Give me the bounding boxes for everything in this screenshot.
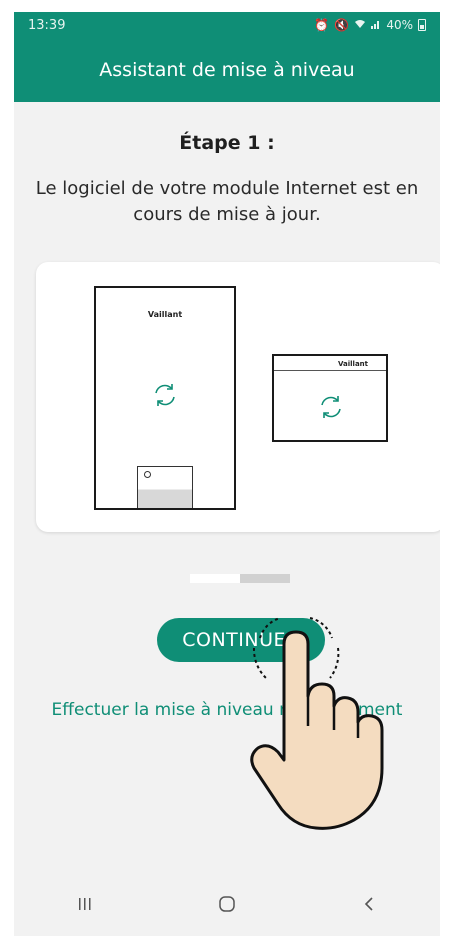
boiler-illustration: Vaillant — [94, 286, 236, 510]
boiler-brand-text: Vaillant — [147, 310, 183, 319]
step-title: Étape 1 : — [179, 132, 275, 154]
back-icon[interactable] — [349, 884, 389, 924]
battery-percent: 40% — [386, 18, 413, 32]
module-brand-text: Vaillant — [337, 360, 368, 368]
page-indicator-inactive — [240, 574, 290, 583]
app-bar: Assistant de mise à niveau — [14, 38, 440, 102]
screen: 13:39 ⏰ 🔇 40% Assistant de mise à niveau… — [14, 12, 440, 936]
sync-icon — [316, 392, 346, 426]
alarm-icon: ⏰ — [314, 18, 330, 32]
module-divider — [274, 370, 386, 371]
page-indicator — [190, 574, 290, 583]
recent-apps-icon[interactable] — [65, 884, 105, 924]
module-brand-logo: Vaillant — [338, 360, 368, 368]
wifi-icon — [354, 18, 366, 32]
home-icon[interactable] — [207, 884, 247, 924]
page-indicator-active — [190, 574, 240, 583]
step-description: Le logiciel de votre module Internet est… — [35, 178, 419, 225]
illustration-card: Vaillant Vaillant — [36, 262, 440, 532]
status-icons: ⏰ 🔇 40% — [314, 18, 426, 32]
internet-module-illustration: Vaillant — [272, 354, 388, 442]
mute-icon: 🔇 — [334, 18, 350, 32]
status-time: 13:39 — [28, 17, 66, 33]
signal-icon — [371, 18, 381, 32]
status-bar: 13:39 ⏰ 🔇 40% — [14, 12, 440, 38]
system-nav-bar — [14, 872, 440, 936]
manual-upgrade-link[interactable]: Effectuer la mise à niveau manuellement — [14, 700, 440, 720]
continue-button[interactable]: CONTINUER — [157, 618, 325, 662]
sync-icon — [150, 380, 180, 414]
boiler-control-panel — [137, 466, 193, 508]
app-bar-title: Assistant de mise à niveau — [99, 59, 355, 81]
boiler-brand-logo: Vaillant — [96, 310, 234, 319]
battery-icon — [418, 19, 426, 31]
